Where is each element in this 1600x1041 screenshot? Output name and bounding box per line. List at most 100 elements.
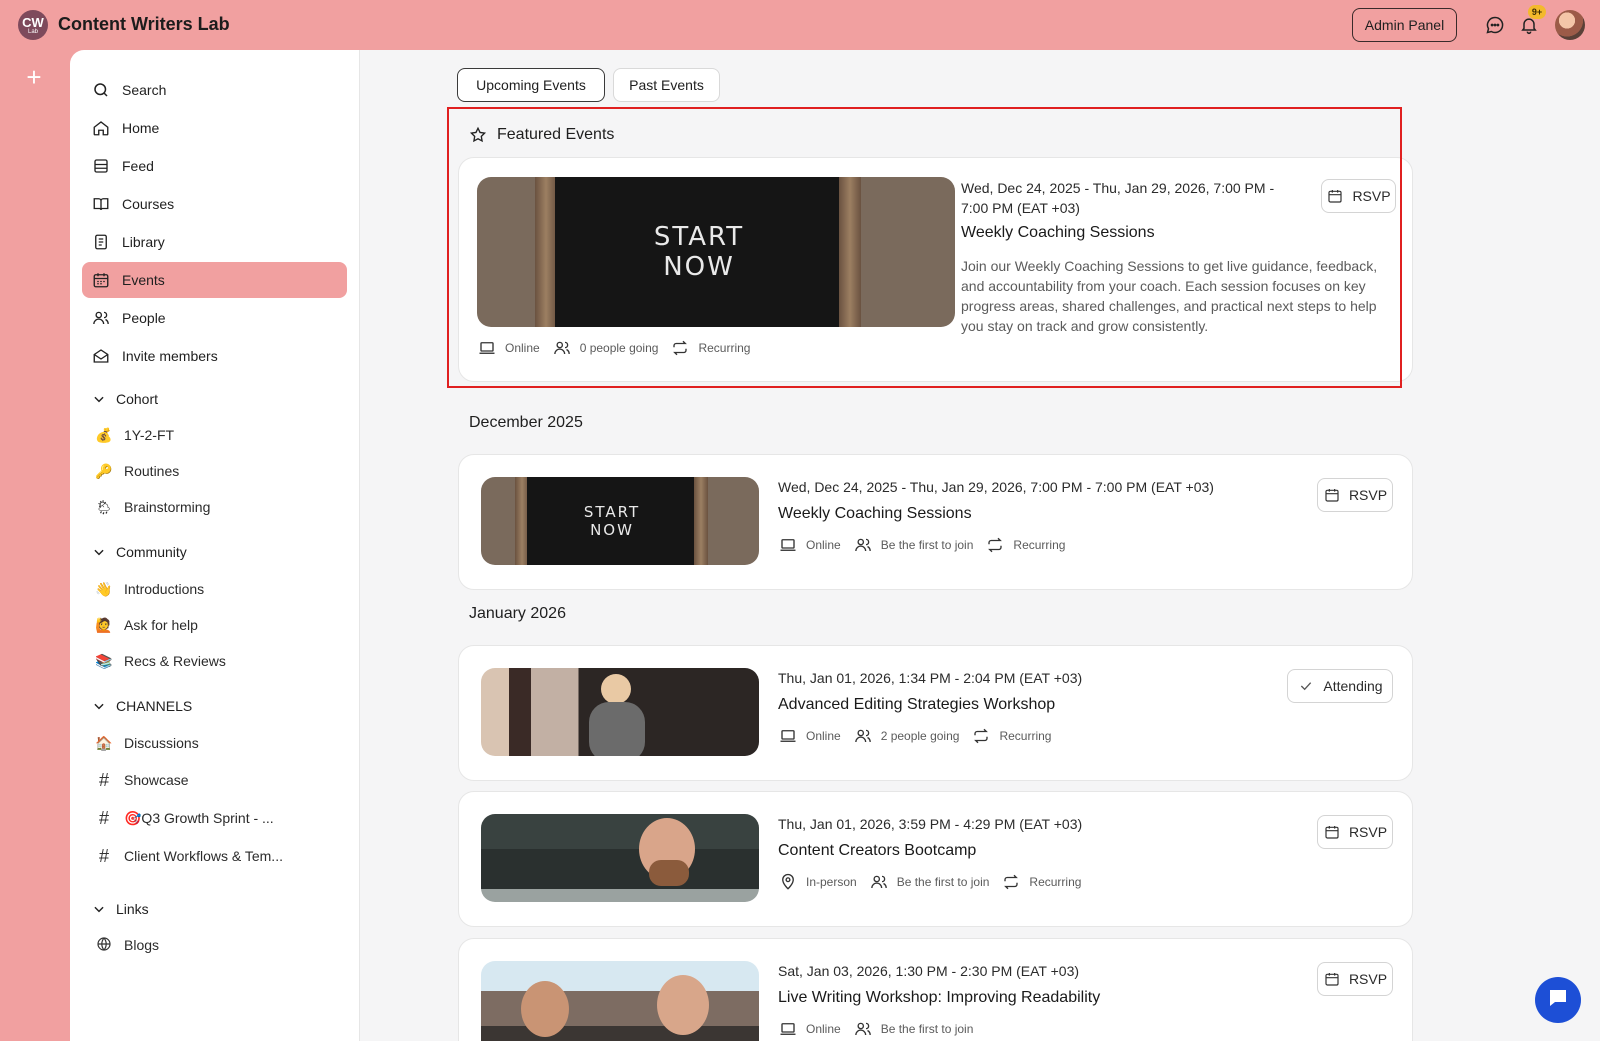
events-main: Upcoming Events Past Events Featured Eve… [360,50,1600,1041]
meta-text: Recurring [999,729,1052,743]
recurring-meta: Recurring [971,726,1051,746]
sidebar-item-brainstorming[interactable]: 🌦 Brainstorming [94,494,210,520]
house-icon: 🏠 [95,734,113,751]
sidebar-item-1y-2-ft[interactable]: 💰 1Y-2-FT [94,422,174,448]
search-icon [90,79,112,101]
raised-hand-icon: 🙋 [95,616,113,633]
event-title[interactable]: Advanced Editing Strategies Workshop [778,696,1055,714]
section-label: CHANNELS [116,698,193,714]
event-date: Wed, Dec 24, 2025 - Thu, Jan 29, 2026, 7… [778,479,1214,495]
sidebar-item-events[interactable]: Events [82,262,347,298]
event-thumbnail [481,814,759,902]
sidebar-item-ask-for-help[interactable]: 🙋 Ask for help [94,612,198,638]
sidebar-item-courses[interactable]: Courses [82,186,347,222]
top-bar: CW Lab Content Writers Lab Admin Panel 9… [0,0,1600,50]
attendees-meta: Be the first to join [853,1019,974,1039]
board-frame-right [694,477,708,565]
chat-bubble-icon [1546,986,1570,1015]
location-meta: Online [778,1019,841,1039]
recurring-meta: Recurring [985,535,1065,555]
tab-past-events[interactable]: Past Events [613,68,720,102]
sidebar-item-routines[interactable]: 🔑 Routines [94,458,179,484]
map-pin-icon [778,872,798,892]
location-meta: In-person [778,872,857,892]
sidebar-item-invite-members[interactable]: Invite members [82,338,347,374]
user-avatar[interactable] [1555,10,1585,40]
section-channels[interactable]: CHANNELS [90,695,192,717]
event-card[interactable]: START NOW Wed, Dec 24, 2025 - Thu, Jan 2… [458,454,1413,590]
section-cohort[interactable]: Cohort [90,388,158,410]
nav-label: Events [122,272,165,288]
event-card[interactable]: Thu, Jan 01, 2026, 1:34 PM - 2:04 PM (EA… [458,645,1413,781]
laptop-icon [778,535,798,555]
notification-badge: 9+ [1528,5,1546,19]
repeat-icon [971,726,991,746]
admin-panel-button[interactable]: Admin Panel [1352,8,1457,42]
meta-text: In-person [806,875,857,889]
attendees-meta: Be the first to join [869,872,989,892]
button-label: RSVP [1348,971,1388,987]
repeat-icon [985,535,1005,555]
event-meta: Online Be the first to join [778,1019,985,1039]
people-icon [90,307,112,329]
event-thumbnail [481,668,759,756]
event-title[interactable]: Content Creators Bootcamp [778,842,976,860]
meta-text: Be the first to join [880,1022,974,1036]
nav-label: Feed [122,158,154,174]
item-label: 1Y-2-FT [124,427,175,443]
item-label: Client Workflows & Tem... [124,848,283,864]
rsvp-button[interactable]: RSVP [1317,962,1393,996]
button-label: RSVP [1348,824,1388,840]
sidebar-item-client-workflows[interactable]: # Client Workflows & Tem... [94,843,283,869]
sidebar-item-people[interactable]: People [82,300,347,336]
event-card[interactable]: Sat, Jan 03, 2026, 1:30 PM - 2:30 PM (EA… [458,938,1413,1041]
attending-button[interactable]: Attending [1287,669,1393,703]
section-community[interactable]: Community [90,541,187,563]
logo-subtext: Lab [27,28,38,35]
rsvp-button[interactable]: RSVP [1317,478,1393,512]
featured-highlight-box [447,107,1402,388]
sidebar-item-search[interactable]: Search [82,72,347,108]
sidebar-item-feed[interactable]: Feed [82,148,347,184]
event-title[interactable]: Weekly Coaching Sessions [778,505,972,523]
sidebar-item-blogs[interactable]: Blogs [94,932,159,958]
chevron-down-icon [90,697,108,715]
nav-label: Search [122,82,167,98]
rsvp-button[interactable]: RSVP [1317,815,1393,849]
sidebar-item-recs-reviews[interactable]: 📚 Recs & Reviews [94,648,226,674]
meta-text: Be the first to join [880,538,974,552]
sidebar-item-showcase[interactable]: # Showcase [94,767,189,793]
event-title[interactable]: Live Writing Workshop: Improving Readabi… [778,989,1100,1007]
location-meta: Online [778,726,841,746]
community-name[interactable]: Content Writers Lab [58,14,230,35]
event-meta: In-person Be the first to join Recurring [778,872,1093,892]
meta-text: Recurring [1029,875,1082,889]
month-heading: January 2026 [469,605,566,622]
calendar-icon [1323,970,1341,988]
check-icon [1297,677,1315,695]
hash-icon: # [98,769,109,790]
event-meta: Online 2 people going Recurring [778,726,1063,746]
sidebar-item-introductions[interactable]: 👋 Introductions [94,576,204,602]
section-links[interactable]: Links [90,898,149,920]
item-label: Introductions [124,581,205,597]
meta-text: Online [806,538,841,552]
library-icon [90,231,112,253]
sidebar-item-discussions[interactable]: 🏠 Discussions [94,730,198,756]
add-community-plus-icon[interactable]: + [22,64,46,90]
cloud-icon: 🌦 [95,498,113,515]
sidebar-item-library[interactable]: Library [82,224,347,260]
tab-upcoming-events[interactable]: Upcoming Events [457,68,605,102]
event-card[interactable]: Thu, Jan 01, 2026, 3:59 PM - 4:29 PM (EA… [458,791,1413,927]
chevron-down-icon [90,543,108,561]
sidebar-item-home[interactable]: Home [82,110,347,146]
home-icon [90,117,112,139]
community-logo[interactable]: CW Lab [18,10,48,40]
sidebar-item-q3-growth-sprint[interactable]: # 🎯Q3 Growth Sprint - ... [94,805,274,831]
chat-icon[interactable] [1483,13,1507,37]
support-chat-button[interactable] [1535,977,1581,1023]
money-bag-icon: 💰 [95,426,113,443]
wave-icon: 👋 [95,580,113,597]
people-icon [869,872,889,892]
people-icon [853,535,873,555]
